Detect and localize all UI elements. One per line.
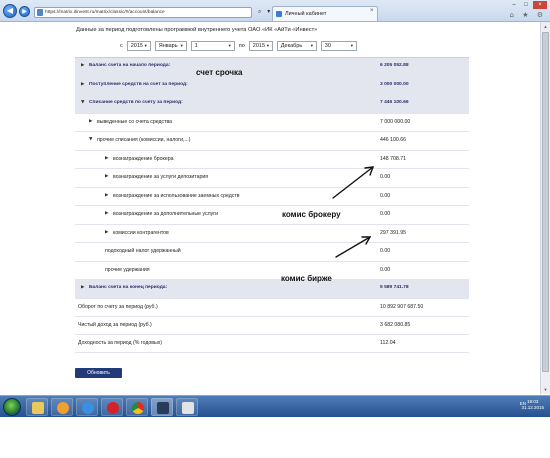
scroll-down-icon[interactable]: ▼ (542, 386, 549, 393)
trading-terminal-icon[interactable] (151, 398, 173, 416)
scroll-up-icon[interactable]: ▲ (542, 23, 549, 30)
windows-taskbar: EN 19:03 31.12.2015 (0, 395, 550, 417)
paint-icon[interactable] (176, 398, 198, 416)
clock[interactable]: 19:03 31.12.2015 (521, 399, 544, 411)
vertical-scrollbar[interactable]: ▲ ▼ (540, 22, 550, 394)
ie-icon[interactable] (76, 398, 98, 416)
annotation-arrows (332, 166, 375, 258)
media-player-icon[interactable] (51, 398, 73, 416)
chrome-icon[interactable] (126, 398, 148, 416)
arrow-to-broker-fee (332, 166, 374, 199)
explorer-icon[interactable] (26, 398, 48, 416)
arrow-to-counterparty-fee (335, 236, 371, 258)
opera-icon[interactable] (101, 398, 123, 416)
scroll-thumb[interactable] (542, 32, 549, 372)
start-button[interactable] (3, 398, 21, 416)
